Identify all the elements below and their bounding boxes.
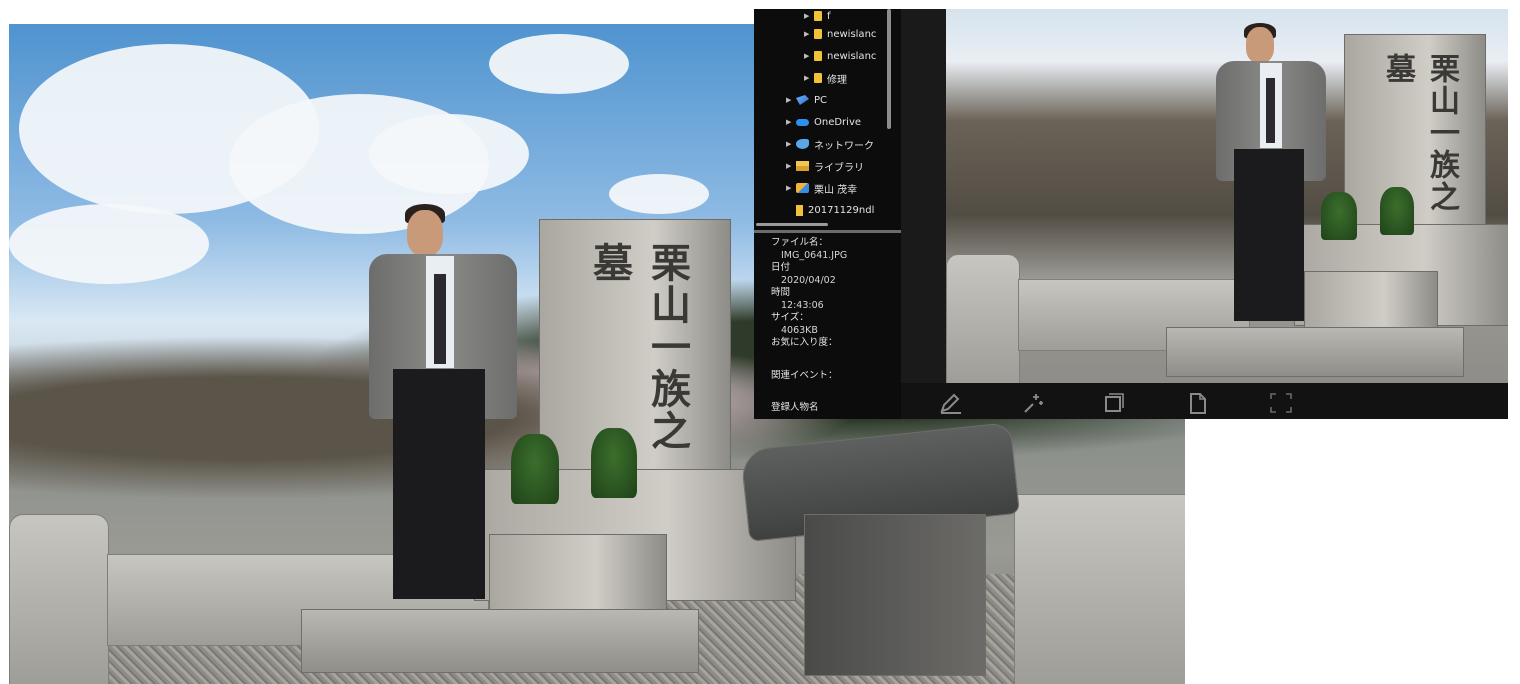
tree-item-label: f — [827, 10, 831, 22]
tree-item-label: newislanc — [827, 28, 877, 40]
event-label: 関連イベント： — [771, 369, 838, 381]
panel-divider[interactable] — [754, 230, 901, 233]
cloud — [489, 34, 629, 94]
tree-item-onedrive[interactable]: ▶ OneDrive — [754, 111, 894, 133]
folder-icon — [814, 73, 822, 83]
cloud-icon — [796, 118, 809, 126]
stone-post — [946, 254, 1020, 383]
plant-right — [591, 428, 637, 498]
tie — [434, 274, 446, 364]
tree-item-label: 20171129ndl — [808, 204, 875, 216]
tree-item-user[interactable]: ▶ 栗山 茂幸 — [754, 177, 894, 199]
user-folder-icon — [796, 183, 809, 193]
tree-item-f[interactable]: ▶ f — [754, 9, 894, 23]
file-icon — [796, 204, 803, 216]
pants — [1234, 149, 1304, 321]
size-value: 4063KB — [781, 324, 818, 336]
vertical-scrollbar[interactable] — [887, 9, 891, 129]
slideshow-icon[interactable] — [1101, 392, 1125, 414]
expand-arrow-icon[interactable]: ▶ — [804, 12, 814, 20]
pants — [393, 369, 485, 599]
tree-item-network[interactable]: ▶ ネットワーク — [754, 133, 894, 155]
cloud — [9, 204, 209, 284]
bench-support — [804, 514, 986, 676]
pc-icon — [796, 95, 809, 105]
person — [369, 204, 519, 604]
file-info-panel: ファイル名： IMG_0641.JPG 日付 2020/04/02 時間 12:… — [771, 237, 899, 415]
stone-slab — [1166, 327, 1464, 377]
stone-post — [9, 514, 109, 684]
expand-arrow-icon[interactable]: ▶ — [786, 184, 796, 192]
tree-item-library[interactable]: ▶ ライブラリ — [754, 155, 894, 177]
tie — [1266, 78, 1275, 143]
preview-photo: 栗山一族之墓 — [946, 9, 1508, 383]
tree-item-label: OneDrive — [814, 116, 862, 128]
expand-arrow-icon[interactable]: ▶ — [786, 96, 796, 104]
network-icon — [796, 139, 809, 149]
date-value: 2020/04/02 — [781, 274, 836, 286]
library-icon — [796, 161, 809, 171]
head — [407, 210, 443, 256]
copy-file-icon[interactable] — [1186, 392, 1210, 414]
person-label: 登録人物名 — [771, 402, 819, 413]
expand-arrow-icon[interactable]: ▶ — [804, 30, 814, 38]
stone-wall-right — [1014, 494, 1185, 684]
folder-icon — [814, 11, 822, 21]
tree-item-label: PC — [814, 94, 828, 106]
favorite-label: お気に入り度： — [771, 337, 838, 348]
viewer-toolbar — [901, 383, 1508, 419]
size-label: サイズ： — [771, 312, 809, 323]
tree-item-label: ネットワーク — [814, 140, 874, 152]
tombstone: 栗山一族之墓 — [1344, 34, 1486, 231]
file-tree-panel: ▶ f ▶ newislanc ▶ newislanc ▶ 修理 ▶ PC ▶ … — [754, 9, 901, 419]
auto-enhance-icon[interactable] — [1021, 392, 1045, 414]
filename-label: ファイル名： — [771, 237, 829, 248]
expand-arrow-icon[interactable]: ▶ — [786, 162, 796, 170]
expand-arrow-icon[interactable]: ▶ — [786, 118, 796, 126]
viewer-gutter — [901, 9, 946, 389]
fullscreen-icon[interactable] — [1269, 392, 1293, 414]
head — [1246, 27, 1274, 63]
date-label: 日付 — [771, 262, 791, 273]
stone-slab — [301, 609, 699, 673]
tree-item-newisland-2[interactable]: ▶ newislanc — [754, 45, 894, 67]
tree-item-repair[interactable]: ▶ 修理 — [754, 67, 894, 89]
edit-pencil-icon[interactable] — [939, 392, 963, 414]
tree-item-label: 修理 — [827, 74, 847, 86]
expand-arrow-icon[interactable]: ▶ — [804, 52, 814, 60]
plant-right — [1380, 187, 1414, 235]
tree-item-20171129ndl[interactable]: 20171129ndl — [754, 199, 894, 221]
expand-arrow-icon[interactable]: ▶ — [786, 140, 796, 148]
cloud — [609, 174, 709, 214]
horizontal-scrollbar[interactable] — [756, 223, 828, 226]
time-label: 時間 — [771, 287, 791, 298]
cloud — [369, 114, 529, 194]
tree-item-label: newislanc — [827, 50, 877, 62]
folder-icon — [814, 51, 822, 61]
tree-item-newisland-1[interactable]: ▶ newislanc — [754, 23, 894, 45]
tombstone: 栗山一族之墓 — [539, 219, 731, 481]
tree-item-label: 栗山 茂幸 — [814, 184, 858, 196]
person — [1216, 23, 1328, 323]
expand-arrow-icon[interactable]: ▶ — [804, 74, 814, 82]
tree-item-pc[interactable]: ▶ PC — [754, 89, 894, 111]
filename-value: IMG_0641.JPG — [781, 249, 848, 261]
tree-item-label: ライブラリ — [814, 162, 864, 174]
time-value: 12:43:06 — [781, 299, 824, 311]
folder-icon — [814, 29, 822, 39]
folder-tree: ▶ f ▶ newislanc ▶ newislanc ▶ 修理 ▶ PC ▶ … — [754, 9, 894, 221]
